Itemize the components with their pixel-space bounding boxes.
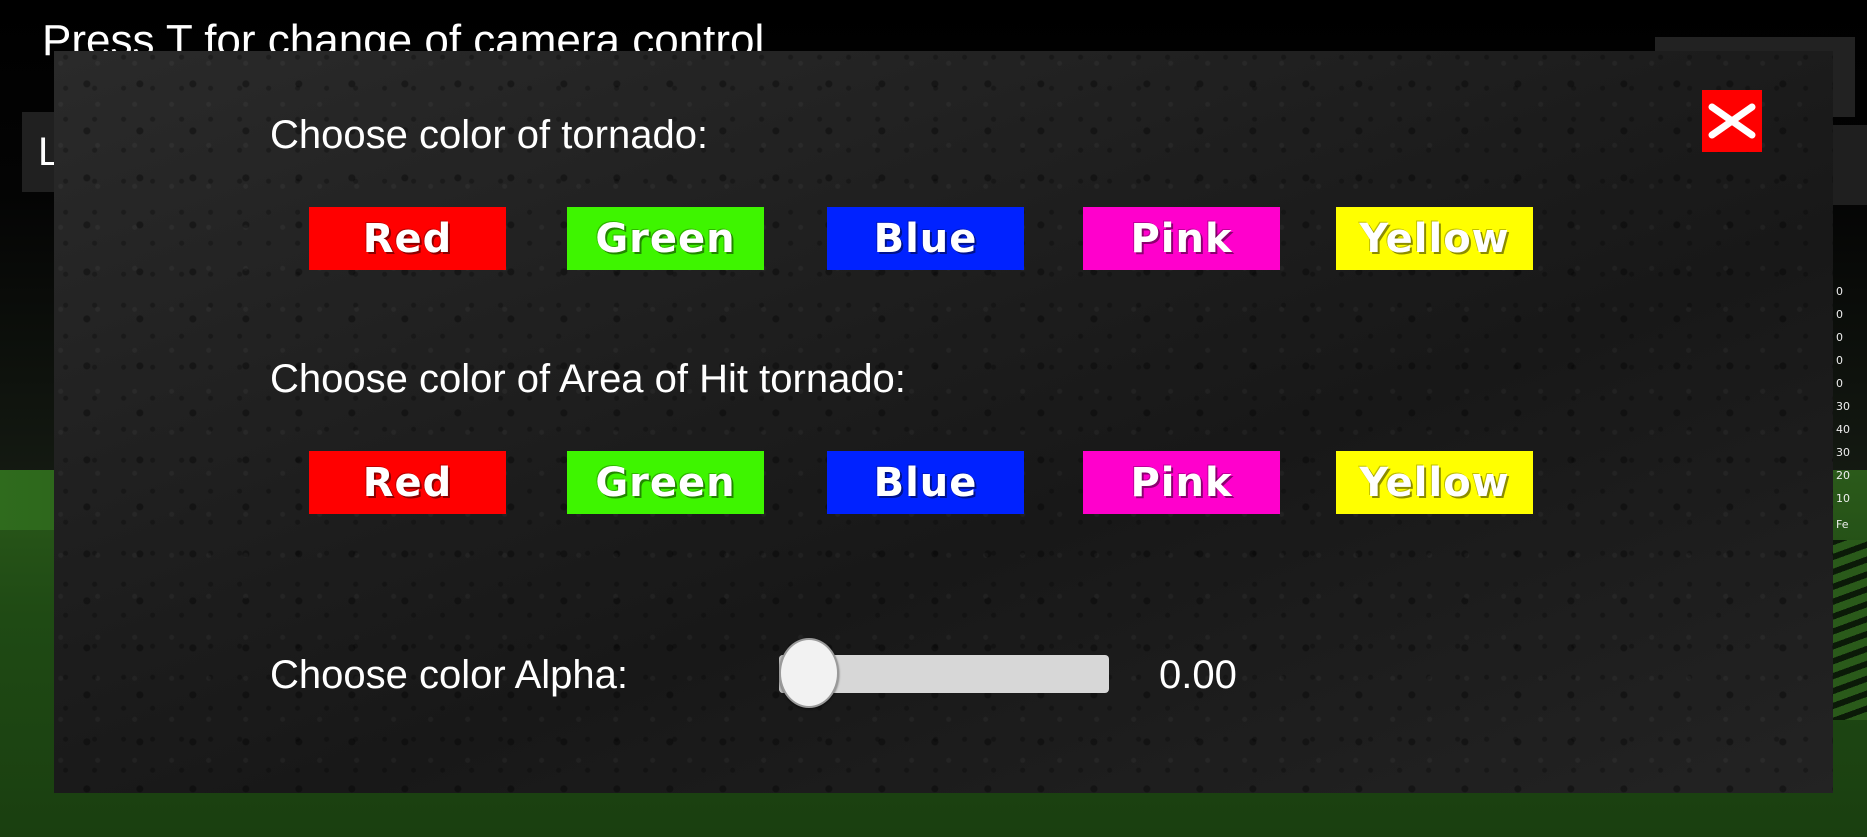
scale-tick: 0 — [1836, 285, 1843, 298]
scale-tick: 0 — [1836, 331, 1843, 344]
scale-tick: 0 — [1836, 308, 1843, 321]
scale-tick: 30 — [1836, 446, 1850, 459]
debris — [1830, 540, 1867, 720]
alpha-slider-handle[interactable] — [779, 638, 839, 708]
tornado-color-green-button[interactable]: Green — [567, 207, 764, 270]
alpha-label: Choose color Alpha: — [270, 653, 629, 697]
scale-tick: Fe — [1836, 518, 1849, 531]
tornado-color-yellow-button[interactable]: Yellow — [1336, 207, 1533, 270]
scale-tick: 30 — [1836, 400, 1850, 413]
scale-tick: 40 — [1836, 423, 1850, 436]
tornado-color-blue-button[interactable]: Blue — [827, 207, 1024, 270]
tornado-color-pink-button[interactable]: Pink — [1083, 207, 1280, 270]
scale-tick: 20 — [1836, 469, 1850, 482]
tornado-color-red-button[interactable]: Red — [309, 207, 506, 270]
hit-area-color-yellow-button[interactable]: Yellow — [1336, 451, 1533, 514]
alpha-value: 0.00 — [1159, 653, 1237, 697]
color-settings-dialog: Choose color of tornado: Red Green Blue … — [54, 51, 1833, 793]
close-icon — [1708, 103, 1756, 139]
fujita-scale: 0 0 0 0 0 30 40 30 20 10 Fe — [1832, 285, 1867, 545]
scale-tick: 0 — [1836, 354, 1843, 367]
hit-area-color-green-button[interactable]: Green — [567, 451, 764, 514]
alpha-slider[interactable] — [779, 638, 1109, 708]
hit-area-color-label: Choose color of Area of Hit tornado: — [270, 357, 906, 401]
tornado-color-label: Choose color of tornado: — [270, 113, 709, 157]
hit-area-color-red-button[interactable]: Red — [309, 451, 506, 514]
close-button[interactable] — [1702, 90, 1762, 152]
scale-tick: 0 — [1836, 377, 1843, 390]
hit-area-color-pink-button[interactable]: Pink — [1083, 451, 1280, 514]
hit-area-color-blue-button[interactable]: Blue — [827, 451, 1024, 514]
scale-tick: 10 — [1836, 492, 1850, 505]
